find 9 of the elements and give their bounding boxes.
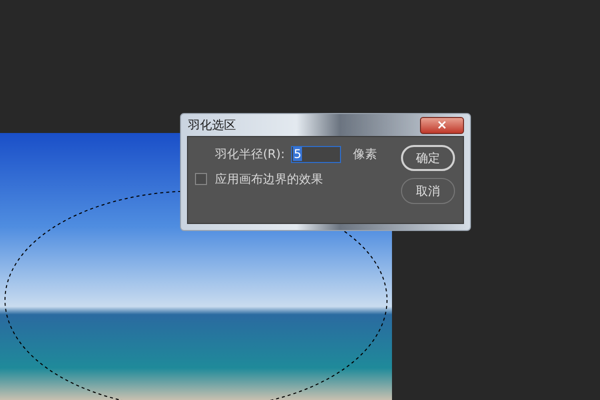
cancel-button[interactable]: 取消 bbox=[401, 178, 455, 204]
ok-button[interactable]: 确定 bbox=[401, 145, 455, 171]
close-button[interactable]: × bbox=[420, 116, 464, 134]
checkbox[interactable] bbox=[195, 173, 207, 185]
checkbox-label: 应用画布边界的效果 bbox=[215, 171, 323, 188]
window-title: 羽化选区 bbox=[188, 117, 236, 134]
unit-label: 像素 bbox=[352, 146, 377, 163]
feather-radius-label: 羽化半径(R): bbox=[215, 146, 285, 163]
feather-radius-field[interactable]: 5 bbox=[290, 146, 341, 162]
